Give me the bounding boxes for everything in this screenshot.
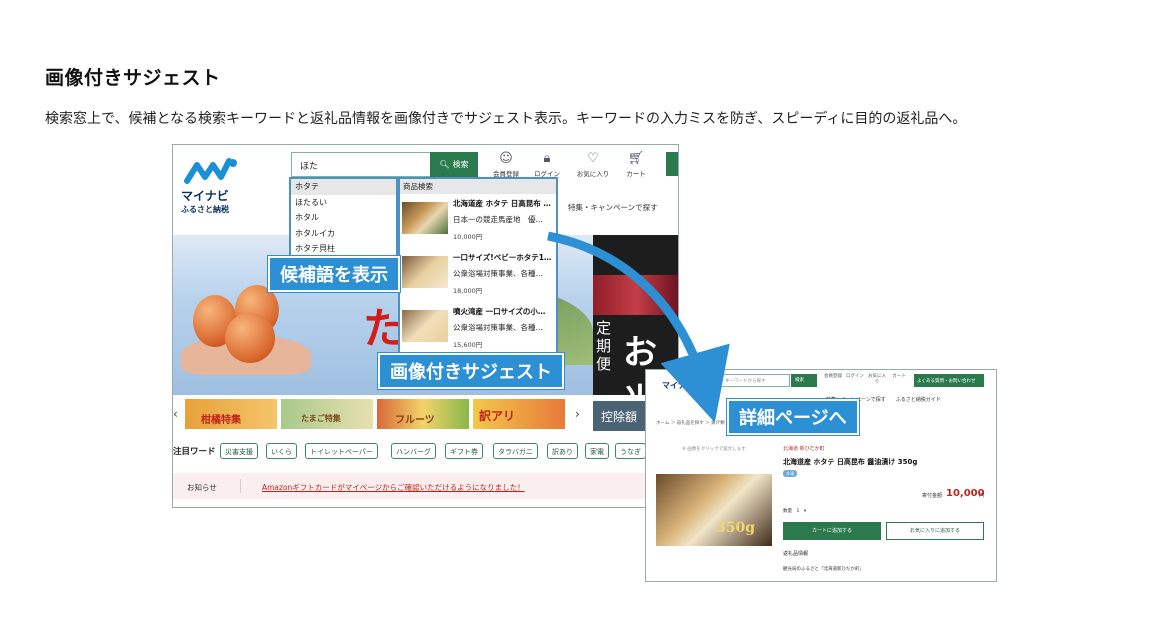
product-name: 噴火湾産 一口サイズの小… <box>453 307 546 316</box>
heart-icon: ♡ <box>587 151 599 166</box>
detail-search-button[interactable]: 検索 <box>791 374 817 387</box>
logo-name: マイナビ <box>181 189 229 203</box>
favorites-label: お気に入り <box>576 170 610 178</box>
side-banner-meat <box>593 275 678 315</box>
detail-register-link[interactable]: 会員登録 <box>822 373 844 379</box>
suggest-keyword-item[interactable]: ホタテ貝柱 <box>291 241 396 257</box>
image-hint: ※ 画像をクリックで拡大します <box>682 447 746 452</box>
suggest-product-item[interactable]: 一口サイズ!ベビーホタテ1… 公衆浴場対策事業、各種… 18,000円 <box>400 248 556 302</box>
logo-mark-icon <box>184 158 237 184</box>
guide-button[interactable] <box>666 152 678 176</box>
search-button-label: 検索 <box>452 160 469 169</box>
detail-search-input[interactable]: キーワードから探す <box>720 374 790 387</box>
user-icon: ☺ <box>499 151 513 166</box>
carousel-prev-icon[interactable]: ‹ <box>173 407 178 421</box>
suggest-keyword-item[interactable]: ホタルイカ <box>291 226 396 242</box>
search-icon: 🔍︎ <box>439 160 450 169</box>
product-thumbnail <box>402 202 448 234</box>
quantity-select[interactable]: 数量 1 ▾ <box>783 508 806 514</box>
keyword-tag[interactable]: 災害支援 <box>220 443 258 459</box>
keyword-tag[interactable]: ハンバーグ <box>391 443 436 459</box>
suggest-keyword-item[interactable]: ホタテ <box>291 179 396 195</box>
product-region[interactable]: 北海道 新ひだか町 <box>783 445 825 452</box>
product-price: 15,600円 <box>453 341 483 349</box>
callout-image-suggest: 画像付きサジェスト <box>378 353 564 389</box>
keyword-tag[interactable]: うなぎ <box>615 443 646 459</box>
product-desc: 公衆浴場対策事業、各種… <box>453 269 543 278</box>
product-name: 北海道産 ホタテ 日高昆布 … <box>453 199 551 208</box>
favorites-link[interactable]: ♡ お気に入り <box>573 150 613 178</box>
site-logo[interactable]: マイナビ ふるさと納税 <box>181 157 241 215</box>
search-button[interactable]: 🔍︎ 検索 <box>430 152 478 177</box>
notice-divider <box>240 479 241 493</box>
keyword-tag[interactable]: 家電 <box>585 443 609 459</box>
suggest-keyword-item[interactable]: ほたるい <box>291 195 396 211</box>
notice-label: お知らせ <box>187 483 217 492</box>
thumb-wakeari-label: 訳アリ <box>479 409 516 423</box>
detail-cart-link[interactable]: カート <box>888 373 910 379</box>
keyword-tag[interactable]: ギフト券 <box>445 443 483 459</box>
search-input[interactable]: ほた <box>291 152 431 177</box>
keyword-tag[interactable]: トイレットペーパー <box>305 443 378 459</box>
amount-label: 寄付金額 <box>922 493 943 499</box>
suggest-product-header: 商品検索 <box>400 179 556 194</box>
product-thumbnail <box>402 256 448 288</box>
add-to-favorites-button[interactable]: お気に入りに追加する <box>886 522 984 540</box>
keyword-tag[interactable]: いくら <box>266 443 297 459</box>
info-heading: 返礼品情報 <box>783 551 809 557</box>
lock-icon: 🔒︎ <box>543 151 551 166</box>
product-name: 一口サイズ!ベビーホタテ1… <box>453 253 552 262</box>
site-screenshot: マイナビ ふるさと納税 ほた 🔍︎ 検索 ☺ 会員登録 🔒︎ ログイン ♡ お気… <box>172 144 679 508</box>
frozen-badge: 冷凍 <box>783 470 797 477</box>
side-banner-teiki: 定期便 <box>596 319 612 373</box>
keyword-label: 注目ワード <box>173 447 216 457</box>
keyword-tag[interactable]: タラバガニ <box>493 443 538 459</box>
logo-subtitle: ふるさと納税 <box>181 205 229 214</box>
info-text: 観光局のふるさと「北海道新ひだか町」 <box>783 567 864 572</box>
cart-link[interactable]: 🛒︎ カート <box>616 150 656 178</box>
login-link[interactable]: 🔒︎ ログイン <box>527 150 567 178</box>
suggest-product-list: 商品検索 北海道産 ホタテ 日高昆布 … 日本一の競走馬産地 優… 10,000… <box>398 177 558 357</box>
detail-login-link[interactable]: ログイン <box>844 373 866 379</box>
nav-campaign[interactable]: 特集・キャンペーンで探す <box>568 202 658 213</box>
product-thumbnail <box>402 310 448 342</box>
product-desc: 公衆浴場対策事業、各種… <box>453 323 543 332</box>
callout-candidates: 候補語を表示 <box>268 256 400 292</box>
detail-guide-button[interactable]: よくある質問・お問い合わせ <box>914 374 984 387</box>
thumb-fruit-label: フルーツ <box>395 415 435 426</box>
notice-bar: お知らせ Amazonギフトカードがマイページからご確認いただけるようになりまし… <box>173 473 678 499</box>
section-description: 検索窓上で、候補となる検索キーワードと返礼品情報を画像付きでサジェスト表示。キー… <box>45 111 967 127</box>
add-to-cart-button[interactable]: カートに追加する <box>783 522 881 540</box>
banner-egg <box>225 313 275 363</box>
notice-link[interactable]: Amazonギフトカードがマイページからご確認いただけるようになりました！ <box>262 482 525 493</box>
keyword-tag[interactable]: 訳あり <box>547 443 578 459</box>
cart-label: カート <box>626 170 646 178</box>
suggest-product-item[interactable]: 噴火湾産 一口サイズの小… 公衆浴場対策事業、各種… 15,600円 <box>400 302 556 355</box>
amount-unit: 円 <box>979 493 985 499</box>
callout-detail-page: 詳細ページへ <box>727 399 859 435</box>
thumb-citrus-label: 柑橘特集 <box>201 415 241 426</box>
section-title: 画像付きサジェスト <box>45 67 221 89</box>
register-link[interactable]: ☺ 会員登録 <box>486 150 526 178</box>
product-price: 10,000円 <box>453 233 483 241</box>
product-price: 18,000円 <box>453 287 483 295</box>
product-image-weight: 350g <box>716 520 756 536</box>
suggest-keyword-item[interactable]: ホタル <box>291 210 396 226</box>
suggest-product-item[interactable]: 北海道産 ホタテ 日高昆布 … 日本一の競走馬産地 優… 10,000円 <box>400 194 556 248</box>
product-title: 北海道産 ホタテ 日高昆布 醤油漬け 350g <box>783 458 918 466</box>
breadcrumb[interactable]: ホーム ＞ 返礼品を探す ＞ 魚介類・海 <box>656 420 734 426</box>
page: 画像付きサジェスト 検索窓上で、候補となる検索キーワードと返礼品情報を画像付きで… <box>0 0 1150 637</box>
thumb-egg-label: たまご特集 <box>301 414 341 423</box>
product-desc: 日本一の競走馬産地 優… <box>453 215 543 224</box>
detail-logo[interactable]: マイナビ <box>662 380 694 391</box>
detail-favorites-link[interactable]: お気に入り <box>866 373 888 385</box>
cart-icon: 🛒︎ <box>627 151 645 166</box>
carousel-next-icon[interactable]: › <box>575 407 580 421</box>
